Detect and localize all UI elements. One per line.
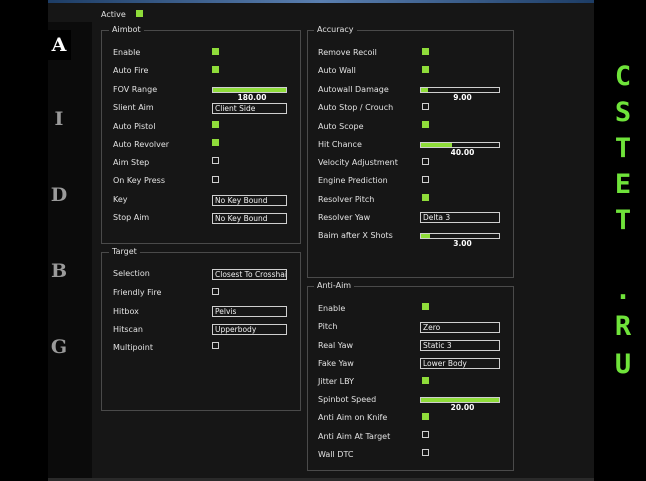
tab-general[interactable]: G [48, 336, 70, 358]
aimbot-enable-checkbox[interactable] [212, 48, 219, 55]
auto-scope-label: Auto Scope [318, 122, 364, 131]
watermark-letter: . [614, 275, 632, 306]
hit-chance-slider-fill [421, 143, 453, 147]
multipoint-checkbox[interactable] [212, 342, 219, 349]
anti-aim-enable-checkbox[interactable] [422, 303, 429, 310]
real-yaw-dropdown[interactable]: Static 3 [420, 340, 500, 351]
fake-yaw-label: Fake Yaw [318, 359, 354, 368]
auto-revolver-checkbox[interactable] [212, 139, 219, 146]
on-key-press-checkbox[interactable] [212, 176, 219, 183]
auto-revolver-label: Auto Revolver [113, 140, 170, 149]
resolver-yaw-dropdown[interactable]: Delta 3 [420, 212, 500, 223]
fov-range-slider-fill [213, 88, 286, 92]
jitter-lby-label: Jitter LBY [318, 377, 355, 386]
engine-prediction-checkbox[interactable] [422, 176, 429, 183]
pitch-label: Pitch [318, 322, 338, 331]
watermark-letter: E [614, 169, 632, 200]
aimbot-enable-label: Enable [113, 48, 141, 57]
tab-misc[interactable]: D [48, 184, 70, 206]
watermark-letter: R [614, 311, 632, 342]
resolver-pitch-label: Resolver Pitch [318, 195, 375, 204]
fake-yaw-dropdown[interactable]: Lower Body [420, 358, 500, 369]
auto-scope-checkbox[interactable] [422, 121, 429, 128]
tab-players[interactable]: B [48, 260, 70, 282]
target-group-title: Target [109, 247, 140, 257]
velocity-adjustment-checkbox[interactable] [422, 158, 429, 165]
remove-recoil-label: Remove Recoil [318, 48, 377, 57]
watermark-letter: S [614, 97, 632, 128]
resolver-pitch-checkbox[interactable] [422, 194, 429, 201]
real-yaw-label: Real Yaw [318, 341, 354, 350]
tab-aimbot[interactable]: A [47, 30, 71, 60]
active-label: Active [101, 10, 126, 19]
watermark-letter: C [614, 61, 632, 92]
hitscan-dropdown[interactable]: Upperbody [212, 324, 287, 335]
auto-stop-label: Auto Stop / Crouch [318, 103, 394, 112]
tab-visuals[interactable]: I [48, 108, 70, 130]
tab-sidebar [48, 22, 92, 481]
jitter-lby-checkbox[interactable] [422, 377, 429, 384]
anti-aim-group-title: Anti-Aim [314, 281, 355, 291]
multipoint-label: Multipoint [113, 343, 153, 352]
auto-wall-checkbox[interactable] [422, 66, 429, 73]
spinbot-speed-value: 20.00 [450, 403, 475, 412]
fov-range-value: 180.00 [237, 93, 267, 102]
silent-aim-label: Slient Aim [113, 103, 154, 112]
aim-step-label: Aim Step [113, 158, 150, 167]
autowall-damage-label: Autowall Damage [318, 85, 389, 94]
baim-after-slider-fill [421, 234, 431, 238]
aim-step-checkbox[interactable] [212, 157, 219, 164]
active-checkbox[interactable] [136, 10, 143, 17]
hitscan-label: Hitscan [113, 325, 143, 334]
autowall-damage-slider-fill [421, 88, 429, 92]
stop-aim-label: Stop Aim [113, 213, 150, 222]
key-label: Key [113, 195, 128, 204]
key-bind-field[interactable]: No Key Bound [212, 195, 287, 206]
wall-dtc-label: Wall DTC [318, 450, 354, 459]
auto-stop-checkbox[interactable] [422, 103, 429, 110]
auto-fire-checkbox[interactable] [212, 66, 219, 73]
auto-fire-label: Auto Fire [113, 66, 149, 75]
accuracy-group-title: Accuracy [314, 25, 357, 35]
selection-label: Selection [113, 269, 150, 278]
resolver-yaw-label: Resolver Yaw [318, 213, 371, 222]
watermark-letter: T [614, 205, 632, 236]
auto-pistol-checkbox[interactable] [212, 121, 219, 128]
engine-prediction-label: Engine Prediction [318, 176, 388, 185]
anti-aim-target-label: Anti Aim At Target [318, 432, 391, 441]
spinbot-speed-label: Spinbot Speed [318, 395, 377, 404]
watermark-letter: T [614, 133, 632, 164]
autowall-damage-value: 9.00 [453, 93, 472, 102]
silent-aim-dropdown[interactable]: Client Side [212, 103, 287, 114]
aimbot-group [101, 30, 301, 244]
menu-top-accent-line [48, 0, 594, 3]
watermark-letter: U [614, 349, 632, 380]
fov-range-label: FOV Range [113, 85, 158, 94]
hit-chance-label: Hit Chance [318, 140, 362, 149]
velocity-adjustment-label: Velocity Adjustment [318, 158, 398, 167]
anti-aim-knife-label: Anti Aim on Knife [318, 413, 388, 422]
selection-dropdown[interactable]: Closest To Crosshair [212, 269, 287, 280]
wall-dtc-checkbox[interactable] [422, 449, 429, 456]
on-key-press-label: On Key Press [113, 176, 166, 185]
spinbot-speed-slider-fill [421, 398, 499, 402]
auto-pistol-label: Auto Pistol [113, 122, 156, 131]
anti-aim-enable-label: Enable [318, 304, 346, 313]
hit-chance-value: 40.00 [450, 148, 475, 157]
hitbox-dropdown[interactable]: Pelvis [212, 306, 287, 317]
friendly-fire-checkbox[interactable] [212, 288, 219, 295]
friendly-fire-label: Friendly Fire [113, 288, 162, 297]
aimbot-group-title: Aimbot [109, 25, 144, 35]
stop-aim-bind-field[interactable]: No Key Bound [212, 213, 287, 224]
anti-aim-target-checkbox[interactable] [422, 431, 429, 438]
remove-recoil-checkbox[interactable] [422, 48, 429, 55]
auto-wall-label: Auto Wall [318, 66, 356, 75]
anti-aim-knife-checkbox[interactable] [422, 413, 429, 420]
pitch-dropdown[interactable]: Zero [420, 322, 500, 333]
baim-after-label: Baim after X Shots [318, 231, 393, 240]
hitbox-label: Hitbox [113, 307, 139, 316]
baim-after-value: 3.00 [453, 239, 472, 248]
